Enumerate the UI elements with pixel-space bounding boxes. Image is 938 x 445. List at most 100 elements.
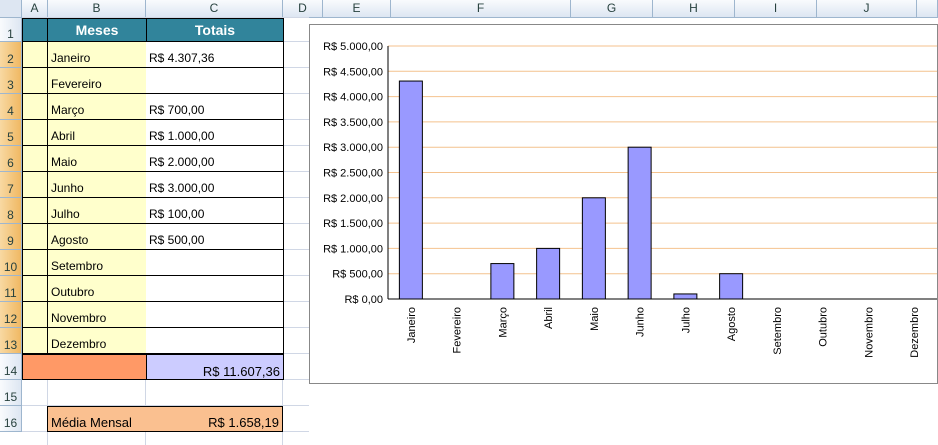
row-header-1[interactable]: 1 [0, 18, 22, 42]
y-tick-label: R$ 4.000,00 [323, 92, 383, 104]
month-cell[interactable]: Dezembro [47, 328, 147, 354]
row-header-4[interactable]: 4 [0, 94, 22, 120]
row-header-6[interactable]: 6 [0, 146, 22, 172]
bar-abril[interactable] [536, 247, 561, 300]
x-tick-label: Dezembro [909, 307, 921, 358]
row-header-16[interactable]: 16 [0, 406, 22, 432]
bar-chart[interactable]: R$ 0,00 R$ 500,00 R$ 1.000,00 R$ 1.500,00 R$… [309, 24, 938, 384]
total-cell[interactable]: R$ 2.000,00 [146, 146, 284, 172]
x-tick-label: Julho [680, 307, 692, 333]
bar-maio[interactable] [581, 197, 606, 300]
x-tick-label: Maio [589, 307, 601, 331]
month-cell[interactable]: Novembro [47, 302, 147, 328]
chart-plot: R$ 0,00 R$ 500,00 R$ 1.000,00 R$ 1.500,00 R$… [323, 41, 937, 358]
row-header-15[interactable]: 15 [0, 380, 22, 406]
month-cell[interactable]: Janeiro [47, 42, 147, 68]
column-header-i[interactable]: I [735, 0, 817, 18]
row-header-10[interactable]: 10 [0, 250, 22, 276]
bar-janeiro[interactable] [398, 80, 423, 300]
bar-julho[interactable] [673, 293, 698, 300]
x-tick-label: Março [497, 307, 509, 338]
total-cell[interactable]: R$ 3.000,00 [146, 172, 284, 198]
average-value: R$ 1.658,19 [208, 415, 279, 430]
month-cell[interactable]: Setembro [47, 250, 147, 276]
x-tick-label: Fevereiro [452, 307, 464, 353]
bar-agosto[interactable] [719, 273, 744, 300]
col-a-cell[interactable] [22, 276, 48, 302]
column-header-d[interactable]: D [283, 0, 323, 18]
col-a-cell[interactable] [22, 250, 48, 276]
select-all-corner[interactable] [0, 0, 22, 18]
col-a-row1[interactable] [22, 18, 48, 42]
row-header-9[interactable]: 9 [0, 224, 22, 250]
total-cell[interactable] [146, 250, 284, 276]
month-cell[interactable]: Maio [47, 146, 147, 172]
x-tick-label: Setembro [772, 307, 784, 355]
y-tick-label: R$ 4.500,00 [323, 66, 383, 78]
row-header-11[interactable]: 11 [0, 276, 22, 302]
col-a-cell[interactable] [22, 94, 48, 120]
x-tick-label: Janeiro [406, 307, 418, 343]
month-cell[interactable]: Fevereiro [47, 68, 147, 94]
column-header-k[interactable] [917, 0, 938, 18]
column-header-e[interactable]: E [323, 0, 391, 18]
row-header-3[interactable]: 3 [0, 68, 22, 94]
row-header-7[interactable]: 7 [0, 172, 22, 198]
month-cell[interactable]: Março [47, 94, 147, 120]
month-cell[interactable]: Julho [47, 198, 147, 224]
row-header-5[interactable]: 5 [0, 120, 22, 146]
total-cell[interactable] [146, 68, 284, 94]
total-cell[interactable]: R$ 700,00 [146, 94, 284, 120]
row-header-8[interactable]: 8 [0, 198, 22, 224]
column-header-b[interactable]: B [48, 0, 146, 18]
average-label: Média Mensal [51, 415, 132, 430]
total-cell[interactable] [146, 328, 284, 354]
row-header-14[interactable]: 14 [0, 354, 22, 380]
header-totals[interactable]: Totais [146, 18, 284, 42]
month-cell[interactable]: Abril [47, 120, 147, 146]
y-tick-label: R$ 2.000,00 [323, 193, 383, 205]
total-cell[interactable]: R$ 1.000,00 [146, 120, 284, 146]
bar-junho[interactable] [627, 146, 652, 300]
column-header-h[interactable]: H [653, 0, 735, 18]
col-a-cell[interactable] [22, 224, 48, 250]
month-cell[interactable]: Outubro [47, 276, 147, 302]
x-tick-label: Agosto [726, 307, 738, 341]
col-a-cell[interactable] [22, 120, 48, 146]
col-a-cell[interactable] [22, 198, 48, 224]
month-cell[interactable]: Junho [47, 172, 147, 198]
column-header-a[interactable]: A [22, 0, 48, 18]
col-a-cell[interactable] [22, 302, 48, 328]
x-tick-label: Novembro [863, 307, 875, 358]
row-header-13[interactable]: 13 [0, 328, 22, 354]
y-tick-label: R$ 3.000,00 [323, 142, 383, 154]
col-a-cell[interactable] [22, 328, 48, 354]
month-cell[interactable]: Agosto [47, 224, 147, 250]
bar-março[interactable] [490, 263, 515, 300]
total-cell[interactable]: R$ 100,00 [146, 198, 284, 224]
row-header-2[interactable]: 2 [0, 42, 22, 68]
grand-total-cell[interactable]: R$ 11.607,36 [146, 354, 284, 380]
total-cell[interactable] [146, 302, 284, 328]
average-cell[interactable]: Média Mensal R$ 1.658,19 [47, 406, 283, 432]
column-header-f[interactable]: F [391, 0, 571, 18]
total-cell[interactable]: R$ 4.307,36 [146, 42, 284, 68]
x-tick-label: Abril [543, 307, 555, 329]
sum-label-cell[interactable] [22, 354, 147, 380]
x-tick-label: Outubro [818, 307, 830, 347]
column-header-j[interactable]: J [817, 0, 917, 18]
column-header-c[interactable]: C [146, 0, 283, 18]
row-header-12[interactable]: 12 [0, 302, 22, 328]
total-cell[interactable]: R$ 500,00 [146, 224, 284, 250]
col-a-cell[interactable] [22, 42, 48, 68]
y-tick-label: R$ 500,00 [332, 269, 383, 281]
y-tick-label: R$ 0,00 [344, 294, 383, 306]
y-tick-label: R$ 1.500,00 [323, 218, 383, 230]
column-header-g[interactable]: G [571, 0, 653, 18]
header-months[interactable]: Meses [47, 18, 147, 42]
col-a-cell[interactable] [22, 68, 48, 94]
total-cell[interactable] [146, 276, 284, 302]
y-tick-label: R$ 3.500,00 [323, 117, 383, 129]
col-a-cell[interactable] [22, 146, 48, 172]
col-a-cell[interactable] [22, 172, 48, 198]
